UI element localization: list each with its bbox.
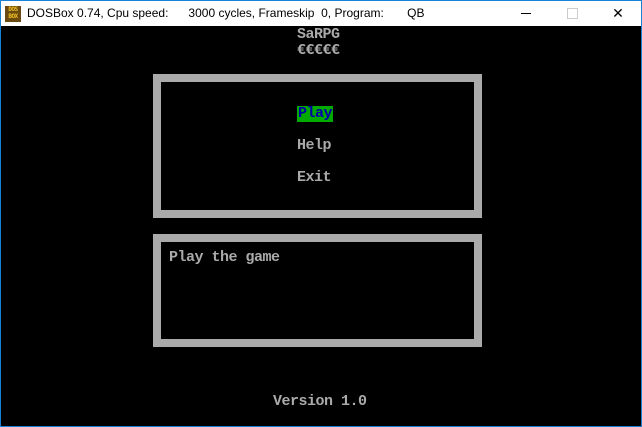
window-title: DOSBox 0.74, Cpu speed: 3000 cycles, Fra… — [27, 6, 425, 20]
minimize-icon — [521, 13, 531, 14]
game-title-underline: €€€€€ — [297, 42, 340, 59]
dosbox-window: DOS BOX DOSBox 0.74, Cpu speed: 3000 cycl… — [0, 0, 642, 427]
menu-item-help[interactable]: Help — [297, 138, 332, 154]
maximize-icon — [566, 8, 578, 19]
minimize-button[interactable] — [503, 1, 549, 26]
menu-item-exit[interactable]: Exit — [297, 170, 332, 186]
game-title: SaRPG — [297, 26, 340, 43]
title-bar[interactable]: DOS BOX DOSBox 0.74, Cpu speed: 3000 cycl… — [1, 1, 641, 26]
description-text: Play the game — [169, 249, 280, 266]
menu-item-play[interactable]: Play — [297, 106, 334, 122]
close-icon: ✕ — [612, 5, 624, 21]
version-label: Version 1.0 — [273, 393, 367, 410]
dosbox-app-icon[interactable]: DOS BOX — [5, 6, 21, 22]
dos-screen[interactable]: SaRPG €€€€€ Play Help Exit Play the game… — [1, 26, 641, 426]
close-button[interactable]: ✕ — [595, 1, 641, 26]
maximize-button[interactable] — [549, 1, 595, 26]
